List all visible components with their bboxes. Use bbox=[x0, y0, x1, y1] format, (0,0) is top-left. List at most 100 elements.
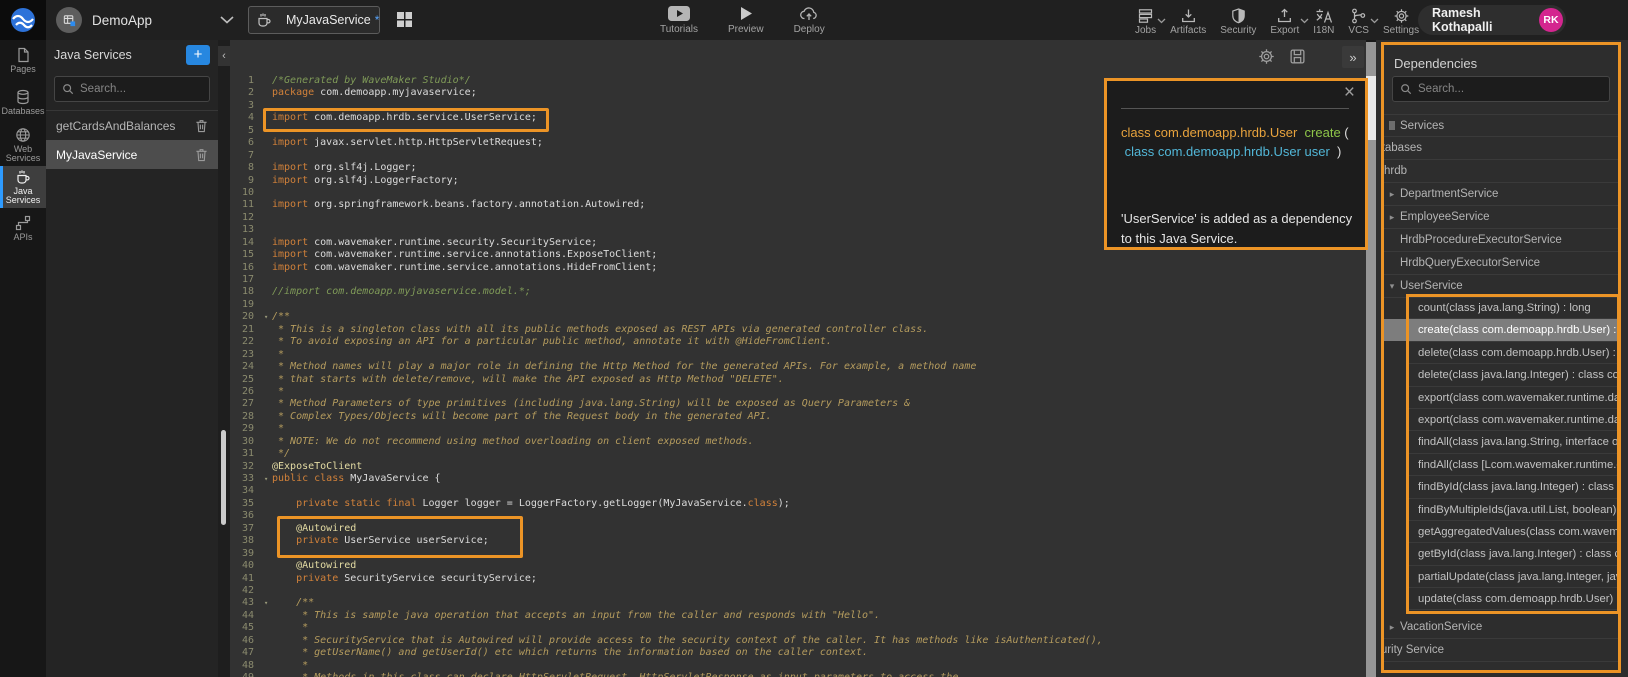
tree-item[interactable]: hrdb bbox=[1381, 160, 1618, 183]
tool-artifacts[interactable]: Artifacts bbox=[1163, 0, 1213, 36]
method-item[interactable]: create(class com.demoapp.hrdb.User) : cl… bbox=[1409, 319, 1617, 341]
method-item[interactable]: count(class java.lang.String) : long bbox=[1409, 297, 1617, 319]
tree-item[interactable]: ▸VacationService bbox=[1384, 616, 1618, 639]
tool-label: Export bbox=[1270, 25, 1299, 36]
service-search[interactable] bbox=[54, 76, 210, 102]
fold-spacer bbox=[264, 349, 272, 361]
fold-spacer bbox=[264, 299, 272, 311]
code-text: * bbox=[272, 423, 284, 435]
search-input[interactable] bbox=[1418, 83, 1602, 95]
chevron-down-icon bbox=[220, 16, 234, 24]
rail-item-web-services[interactable]: Web Services bbox=[0, 124, 46, 166]
fold-spacer bbox=[264, 324, 272, 336]
method-item[interactable]: findAll(class java.lang.String, interfac… bbox=[1409, 431, 1617, 453]
fold-spacer bbox=[264, 137, 272, 149]
tree-item[interactable]: Services bbox=[1384, 114, 1618, 137]
tool-vcs[interactable]: VCS bbox=[1341, 0, 1376, 36]
tree-item[interactable]: ▸EmployeeService bbox=[1384, 206, 1618, 229]
method-item[interactable]: findById(class java.lang.Integer) : clas… bbox=[1409, 476, 1617, 498]
method-item[interactable]: findByMultipleIds(java.util.List, boolea… bbox=[1409, 499, 1617, 521]
method-item[interactable]: getAggregatedValues(class com.wavemaker.… bbox=[1409, 521, 1617, 543]
rail-item-label: Web Services bbox=[0, 145, 46, 164]
line-number: 7 bbox=[230, 150, 264, 162]
rail-item-apis[interactable]: APIs bbox=[0, 208, 46, 250]
panel-header: Java Services + bbox=[46, 40, 218, 70]
method-item[interactable]: export(class com.wavemaker.runtime.data.… bbox=[1409, 409, 1617, 431]
fold-spacer bbox=[264, 361, 272, 373]
delete-service-icon[interactable] bbox=[195, 119, 208, 133]
code-line: 24 * Method names will play a major role… bbox=[230, 361, 1366, 373]
rail-item-databases[interactable]: Databases bbox=[0, 82, 46, 124]
code-text: * Method names will play a major role in… bbox=[272, 361, 976, 373]
editor-left-scrollbar[interactable]: ‹ bbox=[218, 40, 230, 677]
tree-item[interactable]: HrdbProcedureExecutorService bbox=[1384, 229, 1618, 252]
chevron-collapsed-icon[interactable]: ▸ bbox=[1384, 212, 1400, 223]
panel-collapse-left-button[interactable]: ‹ bbox=[218, 46, 230, 66]
tool-tutorials[interactable]: Tutorials bbox=[660, 0, 698, 40]
fold-spacer bbox=[264, 386, 272, 398]
rail-item-java-services[interactable]: Java Services bbox=[0, 166, 46, 208]
method-item[interactable]: findAll(class [Lcom.wavemaker.runtime.da… bbox=[1409, 454, 1617, 476]
chevron-collapsed-icon[interactable]: ▸ bbox=[1384, 622, 1400, 633]
close-icon[interactable]: × bbox=[1344, 83, 1355, 102]
tree-item[interactable]: ▸DepartmentService bbox=[1384, 183, 1618, 206]
method-item[interactable]: getById(class java.lang.Integer) : class… bbox=[1409, 543, 1617, 565]
project-switcher[interactable]: DemoApp bbox=[56, 0, 234, 40]
line-number: 48 bbox=[230, 660, 264, 672]
fold-marker-icon[interactable]: ▾ bbox=[264, 597, 272, 609]
dependencies-tree: ServicesDatabaseshrdb▸DepartmentService▸… bbox=[1384, 114, 1618, 298]
method-item[interactable]: export(class com.wavemaker.runtime.data.… bbox=[1409, 387, 1617, 409]
code-text: public class MyJavaService { bbox=[272, 473, 441, 485]
method-signature: class com.demoapp.hrdb.User create ( cla… bbox=[1121, 123, 1349, 161]
rail-item-label: Databases bbox=[1, 107, 44, 116]
code-text: /** bbox=[272, 311, 290, 323]
fold-spacer bbox=[264, 523, 272, 535]
line-number: 47 bbox=[230, 647, 264, 659]
tool-deploy[interactable]: Deploy bbox=[794, 0, 825, 40]
rail-item-pages[interactable]: Pages bbox=[0, 40, 46, 82]
dependencies-search[interactable] bbox=[1392, 76, 1610, 102]
tool-i18n[interactable]: I18N bbox=[1306, 0, 1341, 36]
left-navigation-rail: Pages Databases Web Services Java ServicesA… bbox=[0, 40, 46, 677]
save-icon[interactable] bbox=[1289, 48, 1306, 65]
code-line: 35 private static final Logger logger = … bbox=[230, 498, 1366, 510]
delete-service-icon[interactable] bbox=[195, 148, 208, 162]
workspace-grid-icon[interactable] bbox=[396, 11, 414, 29]
method-item[interactable]: partialUpdate(class java.lang.Integer, j… bbox=[1409, 566, 1617, 588]
tree-item[interactable]: HrdbQueryExecutorService bbox=[1384, 252, 1618, 275]
tree-item-label: Security Service bbox=[1381, 644, 1444, 656]
user-menu[interactable]: Ramesh Kothapalli RK bbox=[1418, 5, 1566, 35]
line-number: 6 bbox=[230, 137, 264, 149]
tool-export[interactable]: Export bbox=[1263, 0, 1306, 36]
search-input[interactable] bbox=[80, 83, 202, 95]
chevron-expanded-icon[interactable]: ▾ bbox=[1384, 281, 1400, 292]
add-service-button[interactable]: + bbox=[186, 45, 210, 65]
open-file-tab[interactable]: MyJavaService * bbox=[248, 6, 380, 34]
service-list-item[interactable]: getCardsAndBalances bbox=[46, 111, 218, 140]
code-text: import com.wavemaker.runtime.service.ann… bbox=[272, 249, 657, 261]
studio-logo[interactable] bbox=[0, 0, 46, 40]
tree-item[interactable]: Security Service bbox=[1381, 639, 1618, 662]
code-text: import org.springframework.beans.factory… bbox=[272, 199, 645, 211]
fold-marker-icon[interactable]: ▾ bbox=[264, 311, 272, 323]
code-text: import org.slf4j.LoggerFactory; bbox=[272, 175, 459, 187]
tool-preview[interactable]: Preview bbox=[728, 0, 764, 40]
line-number: 4 bbox=[230, 112, 264, 124]
line-number: 25 bbox=[230, 374, 264, 386]
editor-settings-gear-icon[interactable] bbox=[1258, 48, 1275, 65]
method-item[interactable]: update(class com.demoapp.hrdb.User) : cl… bbox=[1409, 588, 1617, 610]
service-list-item[interactable]: MyJavaService bbox=[46, 140, 218, 169]
dependencies-title: Dependencies bbox=[1394, 56, 1477, 71]
tool-security[interactable]: Security bbox=[1213, 0, 1263, 36]
method-item[interactable]: delete(class com.demoapp.hrdb.User) : vo… bbox=[1409, 342, 1617, 364]
scrollbar-thumb[interactable] bbox=[221, 430, 226, 525]
code-text: * bbox=[272, 622, 308, 634]
fold-marker-icon[interactable]: ▾ bbox=[264, 473, 272, 485]
line-number: 29 bbox=[230, 423, 264, 435]
fold-spacer bbox=[264, 485, 272, 497]
tool-jobs[interactable]: Jobs bbox=[1128, 0, 1163, 36]
method-item[interactable]: delete(class java.lang.Integer) : class … bbox=[1409, 364, 1617, 386]
panel-collapse-right-button[interactable]: » bbox=[1342, 46, 1364, 68]
chevron-collapsed-icon[interactable]: ▸ bbox=[1384, 189, 1400, 200]
tree-item[interactable]: Databases bbox=[1381, 137, 1618, 160]
